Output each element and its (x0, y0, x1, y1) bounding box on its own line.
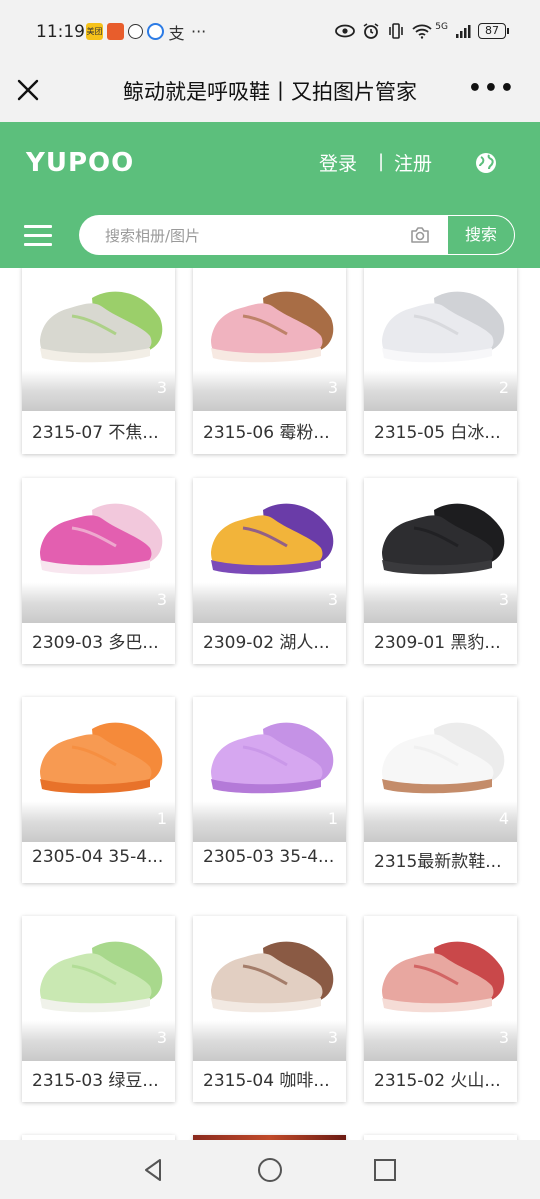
alipay-icon: 支 (168, 23, 185, 43)
album-grid: 3 2315-07 不焦... 3 2315-06 霉粉... 2 2315-05 白冰.… (0, 268, 540, 1140)
browser-title-bar: 鲸动就是呼吸鞋丨又拍图片管家 ••• (0, 62, 540, 122)
album-title[interactable]: 2305-03 35-4... (203, 847, 339, 867)
album-title[interactable]: 2315-06 霉粉... (203, 418, 339, 443)
back-icon[interactable] (140, 1156, 168, 1184)
shoe-image (211, 503, 334, 575)
status-system-icons: 5G 87 (335, 22, 509, 40)
album-cover-image[interactable]: 2 (364, 268, 517, 411)
yupoo-logo[interactable]: YUPOO (26, 148, 134, 178)
shoe-image (382, 291, 505, 363)
shoe-image (211, 941, 334, 1013)
site-header: YUPOO 登录 | 注册 搜索 (0, 122, 540, 268)
photo-count: 3 (498, 590, 509, 609)
photo-count: 3 (156, 1028, 167, 1047)
page-title: 鲸动就是呼吸鞋丨又拍图片管家 (123, 80, 417, 104)
more-options-button[interactable]: ••• (468, 76, 516, 101)
album-card[interactable]: 2 2315-05 白冰... (364, 268, 517, 454)
album-card[interactable]: 3 2309-02 湖人... (193, 478, 346, 664)
album-cover-image[interactable]: 3 (193, 268, 346, 411)
album-title[interactable]: 2315最新款鞋... (374, 847, 510, 872)
album-title[interactable]: 2309-01 黑豹... (374, 628, 510, 653)
album-cover-image[interactable]: 3 (22, 916, 175, 1061)
album-title[interactable]: 2315-03 绿豆... (32, 1066, 168, 1091)
album-cover-image[interactable]: 4 (364, 697, 517, 842)
album-title[interactable]: 2305-04 35-4... (32, 847, 168, 867)
register-link[interactable]: 注册 (394, 149, 432, 176)
album-card[interactable]: 3 2315-06 霉粉... (193, 268, 346, 454)
signal-icon (456, 25, 471, 38)
photo-count: 3 (156, 378, 167, 397)
photo-count: 3 (327, 590, 338, 609)
album-card[interactable]: 1 2305-03 35-4... (193, 697, 346, 883)
shoe-image (382, 722, 505, 794)
meituan-app-icon: 美团 (86, 23, 103, 40)
battery-indicator: 87 (478, 23, 509, 39)
shoe-image (40, 291, 163, 363)
search-bar: 搜索 (79, 215, 515, 255)
photo-count: 1 (327, 809, 338, 828)
shoe-image (382, 941, 505, 1013)
album-cover-image[interactable]: 3 (22, 478, 175, 623)
album-cover-image[interactable]: 3 (364, 916, 517, 1061)
album-title[interactable]: 2315-04 咖啡... (203, 1066, 339, 1091)
recent-apps-icon[interactable] (373, 1158, 397, 1182)
album-card[interactable]: 3 2309-01 黑豹... (364, 478, 517, 664)
status-notification-icons: 美团 支 ··· (86, 22, 207, 43)
shoe-image (211, 722, 334, 794)
login-link[interactable]: 登录 (319, 149, 357, 176)
album-cover-image[interactable]: 3 (193, 478, 346, 623)
status-time: 11:19 (36, 22, 85, 42)
album-card[interactable]: 3 2315-07 不焦... (22, 268, 175, 454)
album-title[interactable]: 2315-05 白冰... (374, 418, 510, 443)
album-cover-image[interactable]: 1 (22, 697, 175, 842)
album-card[interactable]: 4 2315最新款鞋... (364, 697, 517, 883)
shoe-image (382, 503, 505, 575)
search-input[interactable] (103, 215, 407, 255)
album-card[interactable]: 3 2315-04 咖啡... (193, 916, 346, 1102)
eye-icon (335, 24, 356, 38)
photo-count: 4 (498, 809, 509, 828)
hamburger-menu-icon[interactable] (24, 225, 52, 247)
network-type: 5G (435, 22, 448, 32)
login-register-separator: | (378, 151, 385, 172)
status-bar: 11:19 美团 支 ··· 5G 87 (0, 0, 540, 62)
album-card[interactable]: 1 2305-04 35-4... (22, 697, 175, 883)
album-cover-image[interactable]: 3 (364, 478, 517, 623)
app-notification-icon (107, 23, 124, 40)
album-card[interactable]: 3 2309-03 多巴... (22, 478, 175, 664)
album-title[interactable]: 2315-02 火山... (374, 1066, 510, 1091)
photo-count: 1 (156, 809, 167, 828)
photo-count: 3 (327, 378, 338, 397)
system-navigation-bar (0, 1140, 540, 1199)
app-notification-icon (147, 23, 164, 40)
search-button[interactable]: 搜索 (447, 215, 515, 255)
photo-count: 3 (498, 1028, 509, 1047)
album-cover-image[interactable]: 1 (193, 697, 346, 842)
home-icon[interactable] (257, 1157, 283, 1183)
vibrate-icon (389, 23, 404, 39)
album-title[interactable]: 2309-02 湖人... (203, 628, 339, 653)
shoe-image (40, 503, 163, 575)
photo-count: 3 (156, 590, 167, 609)
album-cover-image[interactable]: 3 (22, 268, 175, 411)
album-title[interactable]: 2315-07 不焦... (32, 418, 168, 443)
album-cover-image[interactable]: 3 (193, 916, 346, 1061)
app-notification-icon (128, 24, 143, 39)
shoe-image (40, 941, 163, 1013)
alarm-icon (363, 23, 379, 39)
camera-icon[interactable] (409, 224, 431, 246)
wifi-icon (412, 24, 432, 39)
album-card[interactable]: 3 2315-03 绿豆... (22, 916, 175, 1102)
globe-icon[interactable] (475, 152, 497, 174)
photo-count: 3 (327, 1028, 338, 1047)
shoe-image (211, 291, 334, 363)
photo-count: 2 (498, 378, 509, 397)
album-title[interactable]: 2309-03 多巴... (32, 628, 168, 653)
shoe-image (40, 722, 163, 794)
album-card[interactable]: 3 2315-02 火山... (364, 916, 517, 1102)
close-icon[interactable] (14, 76, 42, 104)
more-notifications-icon: ··· (191, 22, 207, 41)
